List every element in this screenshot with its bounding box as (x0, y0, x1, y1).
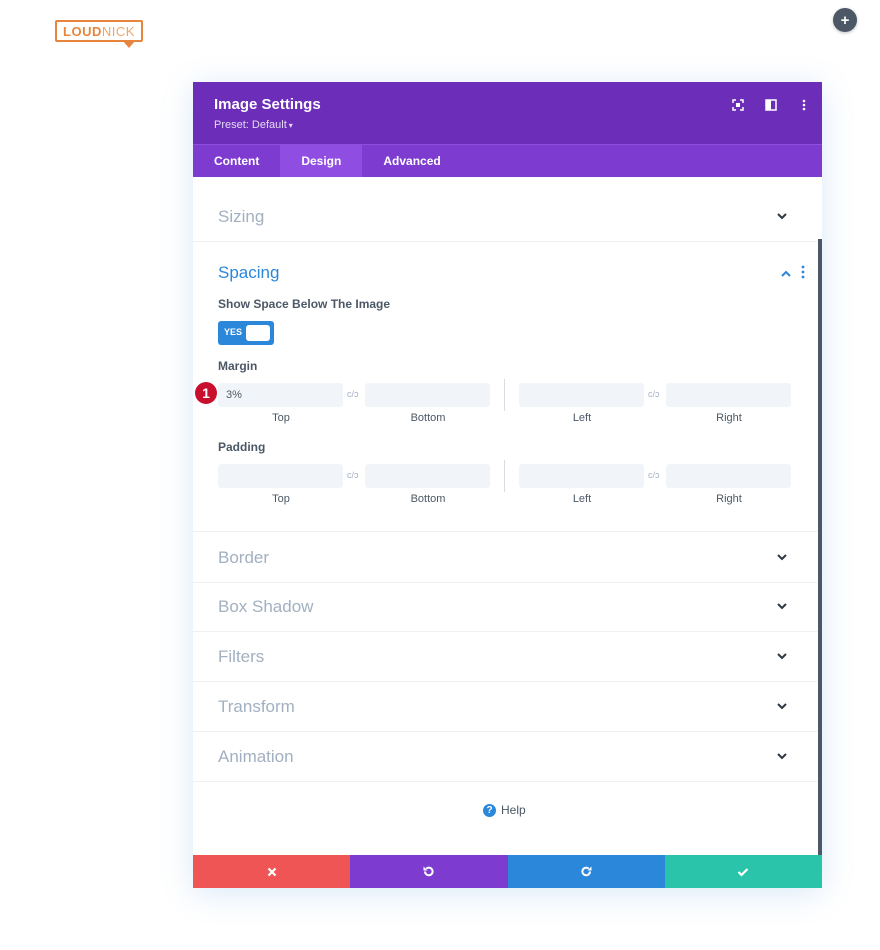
chevron-down-icon (777, 703, 787, 710)
chevron-down-icon (777, 554, 787, 561)
section-title: Animation (218, 747, 294, 766)
loudnick-logo: LOUD NICK (55, 20, 143, 48)
margin-top-label: Top (272, 412, 290, 424)
toggle-knob (246, 325, 270, 341)
toggle-value: YES (224, 327, 243, 337)
step-marker: 1 (195, 382, 217, 404)
modal-footer (193, 855, 822, 888)
close-icon (267, 867, 276, 876)
logo-text-bold: LOUD (63, 23, 102, 39)
undo-icon (423, 866, 434, 877)
margin-top-input[interactable] (218, 383, 343, 407)
focus-icon[interactable] (731, 98, 744, 111)
link-icon[interactable]: c/ɔ (347, 470, 359, 480)
chevron-down-icon (777, 603, 787, 610)
toggle-label: Show Space Below The Image (218, 297, 391, 311)
margin-right-label: Right (716, 412, 742, 424)
margin-right-input[interactable] (666, 383, 791, 407)
section-sizing[interactable]: Sizing (193, 191, 818, 242)
more-vertical-icon[interactable] (797, 98, 810, 111)
margin-left-label: Left (572, 412, 592, 424)
padding-right-label: Right (716, 493, 742, 505)
redo-button[interactable] (507, 855, 665, 888)
logo-text-rest: NICK (101, 23, 135, 39)
padding-top-input[interactable] (218, 464, 343, 488)
link-icon[interactable]: c/ɔ (347, 389, 359, 399)
padding-left-label: Left (572, 493, 592, 505)
spacing-title[interactable]: Spacing (218, 263, 279, 283)
help-icon: ? (483, 803, 496, 817)
more-vertical-icon[interactable] (801, 265, 805, 279)
add-button[interactable]: + (833, 8, 857, 32)
preset-label: Preset: Default (214, 119, 287, 131)
tab-bar: Content Design Advanced (193, 144, 822, 177)
padding-label: Padding (218, 440, 266, 454)
split-view-icon[interactable] (764, 98, 777, 111)
help-link[interactable]: ? Help (483, 803, 526, 817)
tab-design[interactable]: Design (280, 145, 363, 177)
padding-top-label: Top (272, 493, 290, 505)
margin-bottom-label: Bottom (410, 412, 446, 424)
padding-left-input[interactable] (519, 464, 644, 488)
help-label: Help (501, 803, 526, 817)
margin-label: Margin (218, 359, 258, 373)
chevron-down-icon (777, 213, 787, 220)
section-animation[interactable]: Animation (193, 731, 818, 782)
cancel-button[interactable] (193, 855, 351, 888)
margin-bottom-input[interactable] (365, 383, 490, 407)
save-button[interactable] (664, 855, 822, 888)
padding-bottom-input[interactable] (365, 464, 490, 488)
section-box-shadow[interactable]: Box Shadow (193, 581, 818, 632)
preset-dropdown[interactable]: Preset: Default ▾ (214, 119, 293, 131)
divider (504, 460, 505, 492)
padding-bottom-label: Bottom (410, 493, 446, 505)
image-settings-modal: Image Settings Preset: Default ▾ Content … (193, 82, 822, 888)
section-filters[interactable]: Filters (193, 631, 818, 682)
section-border[interactable]: Border (193, 531, 818, 583)
chevron-down-icon (777, 753, 787, 760)
modal-title: Image Settings (214, 96, 321, 113)
chevron-up-icon[interactable] (780, 269, 792, 279)
chevron-down-icon (777, 653, 787, 660)
section-title: Box Shadow (218, 597, 314, 616)
scrollbar[interactable] (818, 239, 822, 855)
check-icon (738, 867, 749, 877)
margin-left-input[interactable] (519, 383, 644, 407)
link-icon[interactable]: c/ɔ (648, 470, 660, 480)
link-icon[interactable]: c/ɔ (648, 389, 660, 399)
caret-down-icon: ▾ (288, 121, 293, 130)
tab-content[interactable]: Content (193, 145, 280, 177)
settings-body: Sizing Spacing Show Space Below The Imag… (193, 177, 822, 855)
show-space-toggle[interactable]: YES (218, 321, 274, 345)
plus-icon: + (840, 11, 850, 29)
redo-icon (581, 866, 592, 877)
section-transform[interactable]: Transform (193, 681, 818, 732)
padding-right-input[interactable] (666, 464, 791, 488)
undo-button[interactable] (350, 855, 508, 888)
section-title: Sizing (218, 207, 265, 226)
section-title: Transform (218, 697, 295, 716)
modal-header: Image Settings Preset: Default ▾ (193, 82, 822, 144)
tab-advanced[interactable]: Advanced (362, 145, 461, 177)
section-title: Filters (218, 647, 265, 666)
divider (504, 379, 505, 411)
section-title: Border (218, 548, 270, 567)
